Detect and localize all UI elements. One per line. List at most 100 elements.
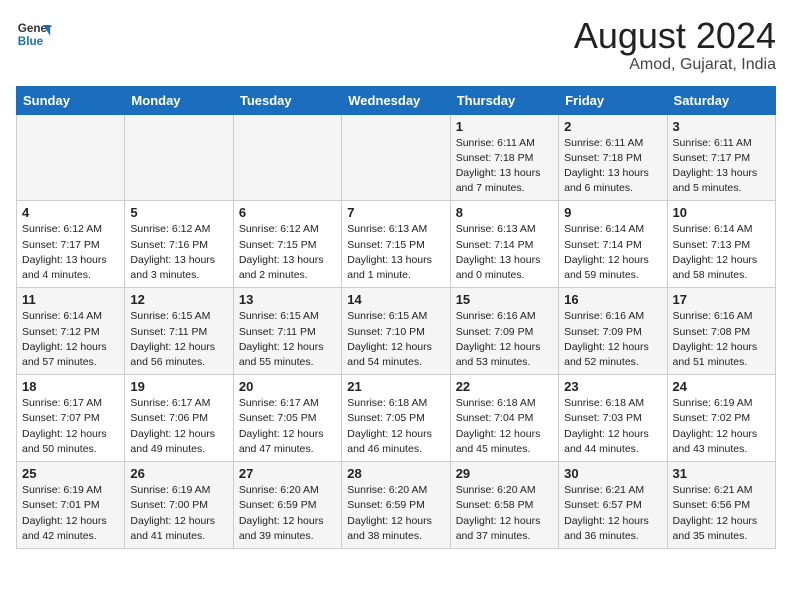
title-block: August 2024 Amod, Gujarat, India <box>574 16 776 74</box>
day-info: Sunrise: 6:12 AM Sunset: 7:16 PM Dayligh… <box>130 222 227 283</box>
logo-icon: General Blue <box>16 16 52 52</box>
day-info: Sunrise: 6:20 AM Sunset: 6:59 PM Dayligh… <box>239 483 336 544</box>
day-number: 18 <box>22 379 119 394</box>
header-cell-friday: Friday <box>559 86 667 114</box>
day-info: Sunrise: 6:11 AM Sunset: 7:18 PM Dayligh… <box>564 136 661 197</box>
day-cell <box>125 114 233 201</box>
header-cell-tuesday: Tuesday <box>233 86 341 114</box>
day-number: 25 <box>22 466 119 481</box>
day-number: 19 <box>130 379 227 394</box>
day-info: Sunrise: 6:15 AM Sunset: 7:11 PM Dayligh… <box>130 309 227 370</box>
day-cell: 23Sunrise: 6:18 AM Sunset: 7:03 PM Dayli… <box>559 375 667 462</box>
day-number: 28 <box>347 466 444 481</box>
page-header: General Blue August 2024 Amod, Gujarat, … <box>16 16 776 74</box>
day-info: Sunrise: 6:16 AM Sunset: 7:09 PM Dayligh… <box>564 309 661 370</box>
day-info: Sunrise: 6:13 AM Sunset: 7:15 PM Dayligh… <box>347 222 444 283</box>
day-cell: 31Sunrise: 6:21 AM Sunset: 6:56 PM Dayli… <box>667 462 775 549</box>
day-number: 8 <box>456 205 553 220</box>
svg-text:Blue: Blue <box>18 35 44 48</box>
day-number: 5 <box>130 205 227 220</box>
day-info: Sunrise: 6:19 AM Sunset: 7:01 PM Dayligh… <box>22 483 119 544</box>
day-cell: 15 Sunrise: 6:16 AM Sunset: 7:09 PM Dayli… <box>450 288 558 375</box>
day-cell: 20 Sunrise: 6:17 AM Sunset: 7:05 PM Dayli… <box>233 375 341 462</box>
day-cell: 29 Sunrise: 6:20 AM Sunset: 6:58 PM Dayli… <box>450 462 558 549</box>
day-number: 12 <box>130 292 227 307</box>
day-number: 1 <box>456 119 553 134</box>
day-number: 15 <box>456 292 553 307</box>
day-number: 27 <box>239 466 336 481</box>
day-number: 22 <box>456 379 553 394</box>
day-cell: 19 Sunrise: 6:17 AM Sunset: 7:06 PM Dayli… <box>125 375 233 462</box>
day-cell: 12 Sunrise: 6:15 AM Sunset: 7:11 PM Dayli… <box>125 288 233 375</box>
day-cell: 1 Sunrise: 6:11 AM Sunset: 7:18 PM Daylig… <box>450 114 558 201</box>
day-info: Sunrise: 6:18 AM Sunset: 7:04 PM Dayligh… <box>456 396 553 457</box>
week-row-2: 4 Sunrise: 6:12 AM Sunset: 7:17 PM Daylig… <box>17 201 776 288</box>
day-cell <box>17 114 125 201</box>
day-cell: 18 Sunrise: 6:17 AM Sunset: 7:07 PM Dayli… <box>17 375 125 462</box>
day-cell: 27 Sunrise: 6:20 AM Sunset: 6:59 PM Dayli… <box>233 462 341 549</box>
day-number: 4 <box>22 205 119 220</box>
day-cell: 17Sunrise: 6:16 AM Sunset: 7:08 PM Dayli… <box>667 288 775 375</box>
day-info: Sunrise: 6:14 AM Sunset: 7:14 PM Dayligh… <box>564 222 661 283</box>
day-cell: 8 Sunrise: 6:13 AM Sunset: 7:14 PM Daylig… <box>450 201 558 288</box>
header-cell-thursday: Thursday <box>450 86 558 114</box>
day-info: Sunrise: 6:11 AM Sunset: 7:17 PM Dayligh… <box>673 136 770 197</box>
day-info: Sunrise: 6:17 AM Sunset: 7:07 PM Dayligh… <box>22 396 119 457</box>
day-info: Sunrise: 6:15 AM Sunset: 7:10 PM Dayligh… <box>347 309 444 370</box>
day-cell: 30 Sunrise: 6:21 AM Sunset: 6:57 PM Dayli… <box>559 462 667 549</box>
day-info: Sunrise: 6:12 AM Sunset: 7:15 PM Dayligh… <box>239 222 336 283</box>
day-number: 10 <box>673 205 770 220</box>
day-info: Sunrise: 6:14 AM Sunset: 7:13 PM Dayligh… <box>673 222 770 283</box>
day-info: Sunrise: 6:16 AM Sunset: 7:09 PM Dayligh… <box>456 309 553 370</box>
day-number: 9 <box>564 205 661 220</box>
day-number: 14 <box>347 292 444 307</box>
day-info: Sunrise: 6:20 AM Sunset: 6:58 PM Dayligh… <box>456 483 553 544</box>
day-cell: 13Sunrise: 6:15 AM Sunset: 7:11 PM Dayli… <box>233 288 341 375</box>
week-row-4: 18 Sunrise: 6:17 AM Sunset: 7:07 PM Dayli… <box>17 375 776 462</box>
header-row: SundayMondayTuesdayWednesdayThursdayFrid… <box>17 86 776 114</box>
day-cell: 16Sunrise: 6:16 AM Sunset: 7:09 PM Dayli… <box>559 288 667 375</box>
day-number: 24 <box>673 379 770 394</box>
day-number: 2 <box>564 119 661 134</box>
calendar-title: August 2024 <box>574 16 776 56</box>
week-row-1: 1 Sunrise: 6:11 AM Sunset: 7:18 PM Daylig… <box>17 114 776 201</box>
day-info: Sunrise: 6:19 AM Sunset: 7:02 PM Dayligh… <box>673 396 770 457</box>
day-cell: 5 Sunrise: 6:12 AM Sunset: 7:16 PM Daylig… <box>125 201 233 288</box>
day-number: 30 <box>564 466 661 481</box>
day-info: Sunrise: 6:18 AM Sunset: 7:05 PM Dayligh… <box>347 396 444 457</box>
logo: General Blue <box>16 16 52 52</box>
day-cell: 10 Sunrise: 6:14 AM Sunset: 7:13 PM Dayli… <box>667 201 775 288</box>
calendar-subtitle: Amod, Gujarat, India <box>574 56 776 74</box>
day-info: Sunrise: 6:21 AM Sunset: 6:57 PM Dayligh… <box>564 483 661 544</box>
day-cell: 2 Sunrise: 6:11 AM Sunset: 7:18 PM Daylig… <box>559 114 667 201</box>
day-info: Sunrise: 6:20 AM Sunset: 6:59 PM Dayligh… <box>347 483 444 544</box>
day-cell: 9 Sunrise: 6:14 AM Sunset: 7:14 PM Daylig… <box>559 201 667 288</box>
header-cell-saturday: Saturday <box>667 86 775 114</box>
day-number: 26 <box>130 466 227 481</box>
day-cell: 7Sunrise: 6:13 AM Sunset: 7:15 PM Daylig… <box>342 201 450 288</box>
day-info: Sunrise: 6:13 AM Sunset: 7:14 PM Dayligh… <box>456 222 553 283</box>
day-number: 31 <box>673 466 770 481</box>
day-info: Sunrise: 6:16 AM Sunset: 7:08 PM Dayligh… <box>673 309 770 370</box>
day-cell: 11Sunrise: 6:14 AM Sunset: 7:12 PM Dayli… <box>17 288 125 375</box>
week-row-5: 25 Sunrise: 6:19 AM Sunset: 7:01 PM Dayli… <box>17 462 776 549</box>
day-cell: 14 Sunrise: 6:15 AM Sunset: 7:10 PM Dayli… <box>342 288 450 375</box>
day-info: Sunrise: 6:11 AM Sunset: 7:18 PM Dayligh… <box>456 136 553 197</box>
day-cell: 21Sunrise: 6:18 AM Sunset: 7:05 PM Dayli… <box>342 375 450 462</box>
day-info: Sunrise: 6:12 AM Sunset: 7:17 PM Dayligh… <box>22 222 119 283</box>
day-info: Sunrise: 6:19 AM Sunset: 7:00 PM Dayligh… <box>130 483 227 544</box>
day-cell: 28 Sunrise: 6:20 AM Sunset: 6:59 PM Dayli… <box>342 462 450 549</box>
day-number: 20 <box>239 379 336 394</box>
header-cell-wednesday: Wednesday <box>342 86 450 114</box>
day-info: Sunrise: 6:17 AM Sunset: 7:06 PM Dayligh… <box>130 396 227 457</box>
day-info: Sunrise: 6:18 AM Sunset: 7:03 PM Dayligh… <box>564 396 661 457</box>
header-cell-monday: Monday <box>125 86 233 114</box>
day-number: 29 <box>456 466 553 481</box>
day-info: Sunrise: 6:15 AM Sunset: 7:11 PM Dayligh… <box>239 309 336 370</box>
day-cell: 22 Sunrise: 6:18 AM Sunset: 7:04 PM Dayli… <box>450 375 558 462</box>
day-info: Sunrise: 6:14 AM Sunset: 7:12 PM Dayligh… <box>22 309 119 370</box>
calendar-header: SundayMondayTuesdayWednesdayThursdayFrid… <box>17 86 776 114</box>
day-cell: 4 Sunrise: 6:12 AM Sunset: 7:17 PM Daylig… <box>17 201 125 288</box>
day-number: 6 <box>239 205 336 220</box>
day-info: Sunrise: 6:17 AM Sunset: 7:05 PM Dayligh… <box>239 396 336 457</box>
